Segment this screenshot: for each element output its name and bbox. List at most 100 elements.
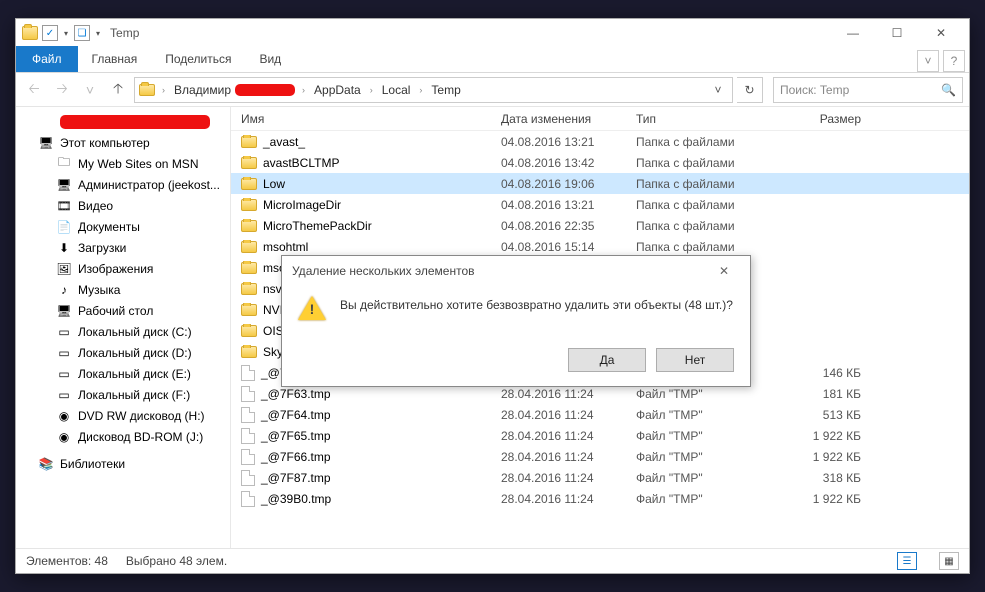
dialog-no-button[interactable]: Нет [656, 348, 734, 372]
file-name: NVI [263, 303, 283, 317]
chevron-right-icon[interactable]: › [367, 85, 376, 95]
sidebar-item-bd[interactable]: ◉ Дисковод BD-ROM (J:) [16, 426, 230, 447]
file-row[interactable]: _@39B0.tmp28.04.2016 11:24Файл "TMP"1 92… [231, 488, 969, 509]
search-placeholder: Поиск: Temp [780, 83, 849, 97]
folder-icon [241, 283, 257, 295]
maximize-button[interactable]: ☐ [875, 21, 919, 45]
sidebar-item-desktop[interactable]: 🖥 Рабочий стол [16, 300, 230, 321]
back-button[interactable]: 🡠 [22, 78, 46, 102]
breadcrumb-temp[interactable]: Temp [429, 83, 462, 97]
file-row[interactable]: _@7F65.tmp28.04.2016 11:24Файл "TMP"1 92… [231, 425, 969, 446]
view-details-button[interactable]: ☰ [897, 552, 917, 570]
ribbon-help-button[interactable]: ? [943, 50, 965, 72]
file-row[interactable]: Low04.08.2016 19:06Папка с файлами [231, 173, 969, 194]
file-size: 1 922 КБ [781, 450, 871, 464]
window-title: Temp [110, 26, 139, 40]
qat-newfolder-button[interactable]: ❏ [74, 25, 90, 41]
ribbon-expand-button[interactable]: ˅ [917, 50, 939, 72]
history-dropdown[interactable]: ˅ [78, 78, 102, 102]
file-icon [241, 470, 255, 486]
sidebar-item-this-pc[interactable]: 🖥 Этот компьютер [16, 132, 230, 153]
file-type: Файл "TMP" [636, 408, 781, 422]
column-header-size[interactable]: Размер [781, 112, 871, 126]
file-row[interactable]: _@7F87.tmp28.04.2016 11:24Файл "TMP"318 … [231, 467, 969, 488]
refresh-button[interactable]: ↻ [737, 77, 763, 103]
dialog-yes-button[interactable]: Да [568, 348, 646, 372]
folder-icon [241, 136, 257, 148]
address-bar[interactable]: › Владимир › AppData › Local › Temp ˅ [134, 77, 733, 103]
chevron-right-icon[interactable]: › [299, 85, 308, 95]
downloads-icon: ⬇ [56, 241, 72, 255]
chevron-right-icon[interactable]: › [159, 85, 168, 95]
view-icons-button[interactable]: ▦ [939, 552, 959, 570]
search-input[interactable]: Поиск: Temp 🔍 [773, 77, 963, 103]
tab-home[interactable]: Главная [78, 46, 152, 72]
file-date: 28.04.2016 11:24 [501, 450, 636, 464]
chevron-right-icon[interactable]: › [416, 85, 425, 95]
file-row[interactable]: MicroThemePackDir04.08.2016 22:35Папка с… [231, 215, 969, 236]
sidebar-item-drive-e[interactable]: ▭ Локальный диск (E:) [16, 363, 230, 384]
column-header-date[interactable]: Дата изменения [501, 112, 636, 126]
sidebar-item-libraries[interactable]: 📚 Библиотеки [16, 453, 230, 474]
qat-dropdown-icon[interactable]: ▾ [64, 29, 68, 38]
file-size: 318 КБ [781, 471, 871, 485]
documents-icon: 📄 [56, 220, 72, 234]
sidebar-item-downloads[interactable]: ⬇ Загрузки [16, 237, 230, 258]
breadcrumb-appdata[interactable]: AppData [312, 83, 363, 97]
file-name: _avast_ [263, 135, 305, 149]
breadcrumb-user[interactable]: Владимир [172, 83, 233, 97]
file-type: Файл "TMP" [636, 450, 781, 464]
sidebar-item-dvd[interactable]: ◉ DVD RW дисковод (H:) [16, 405, 230, 426]
up-button[interactable]: 🡡 [106, 78, 130, 102]
file-row[interactable]: _avast_04.08.2016 13:21Папка с файлами [231, 131, 969, 152]
folder-icon [241, 157, 257, 169]
file-row[interactable]: _@7F64.tmp28.04.2016 11:24Файл "TMP"513 … [231, 404, 969, 425]
file-name: _@7F87.tmp [261, 471, 331, 485]
file-icon [241, 491, 255, 507]
forward-button[interactable]: 🡢 [50, 78, 74, 102]
titlebar[interactable]: ✓ ▾ ❏ ▾ Temp — ☐ ✕ [16, 19, 969, 47]
sidebar-item-drive-d[interactable]: ▭ Локальный диск (D:) [16, 342, 230, 363]
sidebar-item-admin[interactable]: 🖥 Администратор (jeekost... [16, 174, 230, 195]
file-name: nsv [263, 282, 282, 296]
navigation-pane[interactable]: 🖥 Этот компьютер 🗀 My Web Sites on MSN 🖥… [16, 107, 231, 548]
sidebar-item-documents[interactable]: 📄 Документы [16, 216, 230, 237]
file-name: _@7F63.tmp [261, 387, 331, 401]
file-row[interactable]: _@7F66.tmp 28.04.2016 11:24Файл "TMP"1 92… [231, 446, 969, 467]
tab-file[interactable]: Файл [16, 46, 78, 72]
close-button[interactable]: ✕ [919, 21, 963, 45]
file-date: 04.08.2016 13:21 [501, 198, 636, 212]
file-name: _@7F66.tmp [261, 450, 331, 464]
minimize-button[interactable]: — [831, 21, 875, 45]
column-header-type[interactable]: Тип [636, 112, 781, 126]
file-type: Файл "TMP" [636, 387, 781, 401]
sidebar-label: Этот компьютер [60, 136, 150, 150]
file-row[interactable]: avastBCLTMP04.08.2016 13:42Папка с файла… [231, 152, 969, 173]
qat-properties-button[interactable]: ✓ [42, 25, 58, 41]
breadcrumb-local[interactable]: Local [380, 83, 413, 97]
address-dropdown-button[interactable]: ˅ [708, 83, 728, 97]
sidebar-item-redacted[interactable] [16, 111, 230, 132]
sidebar-label: Изображения [78, 262, 153, 276]
dialog-titlebar[interactable]: Удаление нескольких элементов ✕ [282, 256, 750, 286]
sidebar-item-drive-c[interactable]: ▭ Локальный диск (C:) [16, 321, 230, 342]
file-type: Файл "TMP" [636, 492, 781, 506]
file-size: 1 922 КБ [781, 429, 871, 443]
dialog-close-button[interactable]: ✕ [708, 260, 740, 282]
sidebar-item-music[interactable]: ♪ Музыка [16, 279, 230, 300]
qat-overflow-icon[interactable]: ▾ [96, 29, 100, 38]
file-row[interactable]: msohtml04.08.2016 15:14Папка с файлами [231, 236, 969, 257]
column-header-name[interactable]: Имя [231, 112, 501, 126]
file-type: Папка с файлами [636, 156, 781, 170]
tab-share[interactable]: Поделиться [151, 46, 245, 72]
disc-icon: ◉ [56, 430, 72, 444]
sidebar-item-video[interactable]: 🎞 Видео [16, 195, 230, 216]
column-headers: Имя Дата изменения Тип Размер [231, 107, 969, 131]
disc-icon: ◉ [56, 409, 72, 423]
tab-view[interactable]: Вид [245, 46, 295, 72]
file-row[interactable]: MicroImageDir04.08.2016 13:21Папка с фай… [231, 194, 969, 215]
sidebar-item-mws[interactable]: 🗀 My Web Sites on MSN [16, 153, 230, 174]
sidebar-item-drive-f[interactable]: ▭ Локальный диск (F:) [16, 384, 230, 405]
sidebar-item-pictures[interactable]: 🖼 Изображения [16, 258, 230, 279]
file-size: 1 922 КБ [781, 492, 871, 506]
